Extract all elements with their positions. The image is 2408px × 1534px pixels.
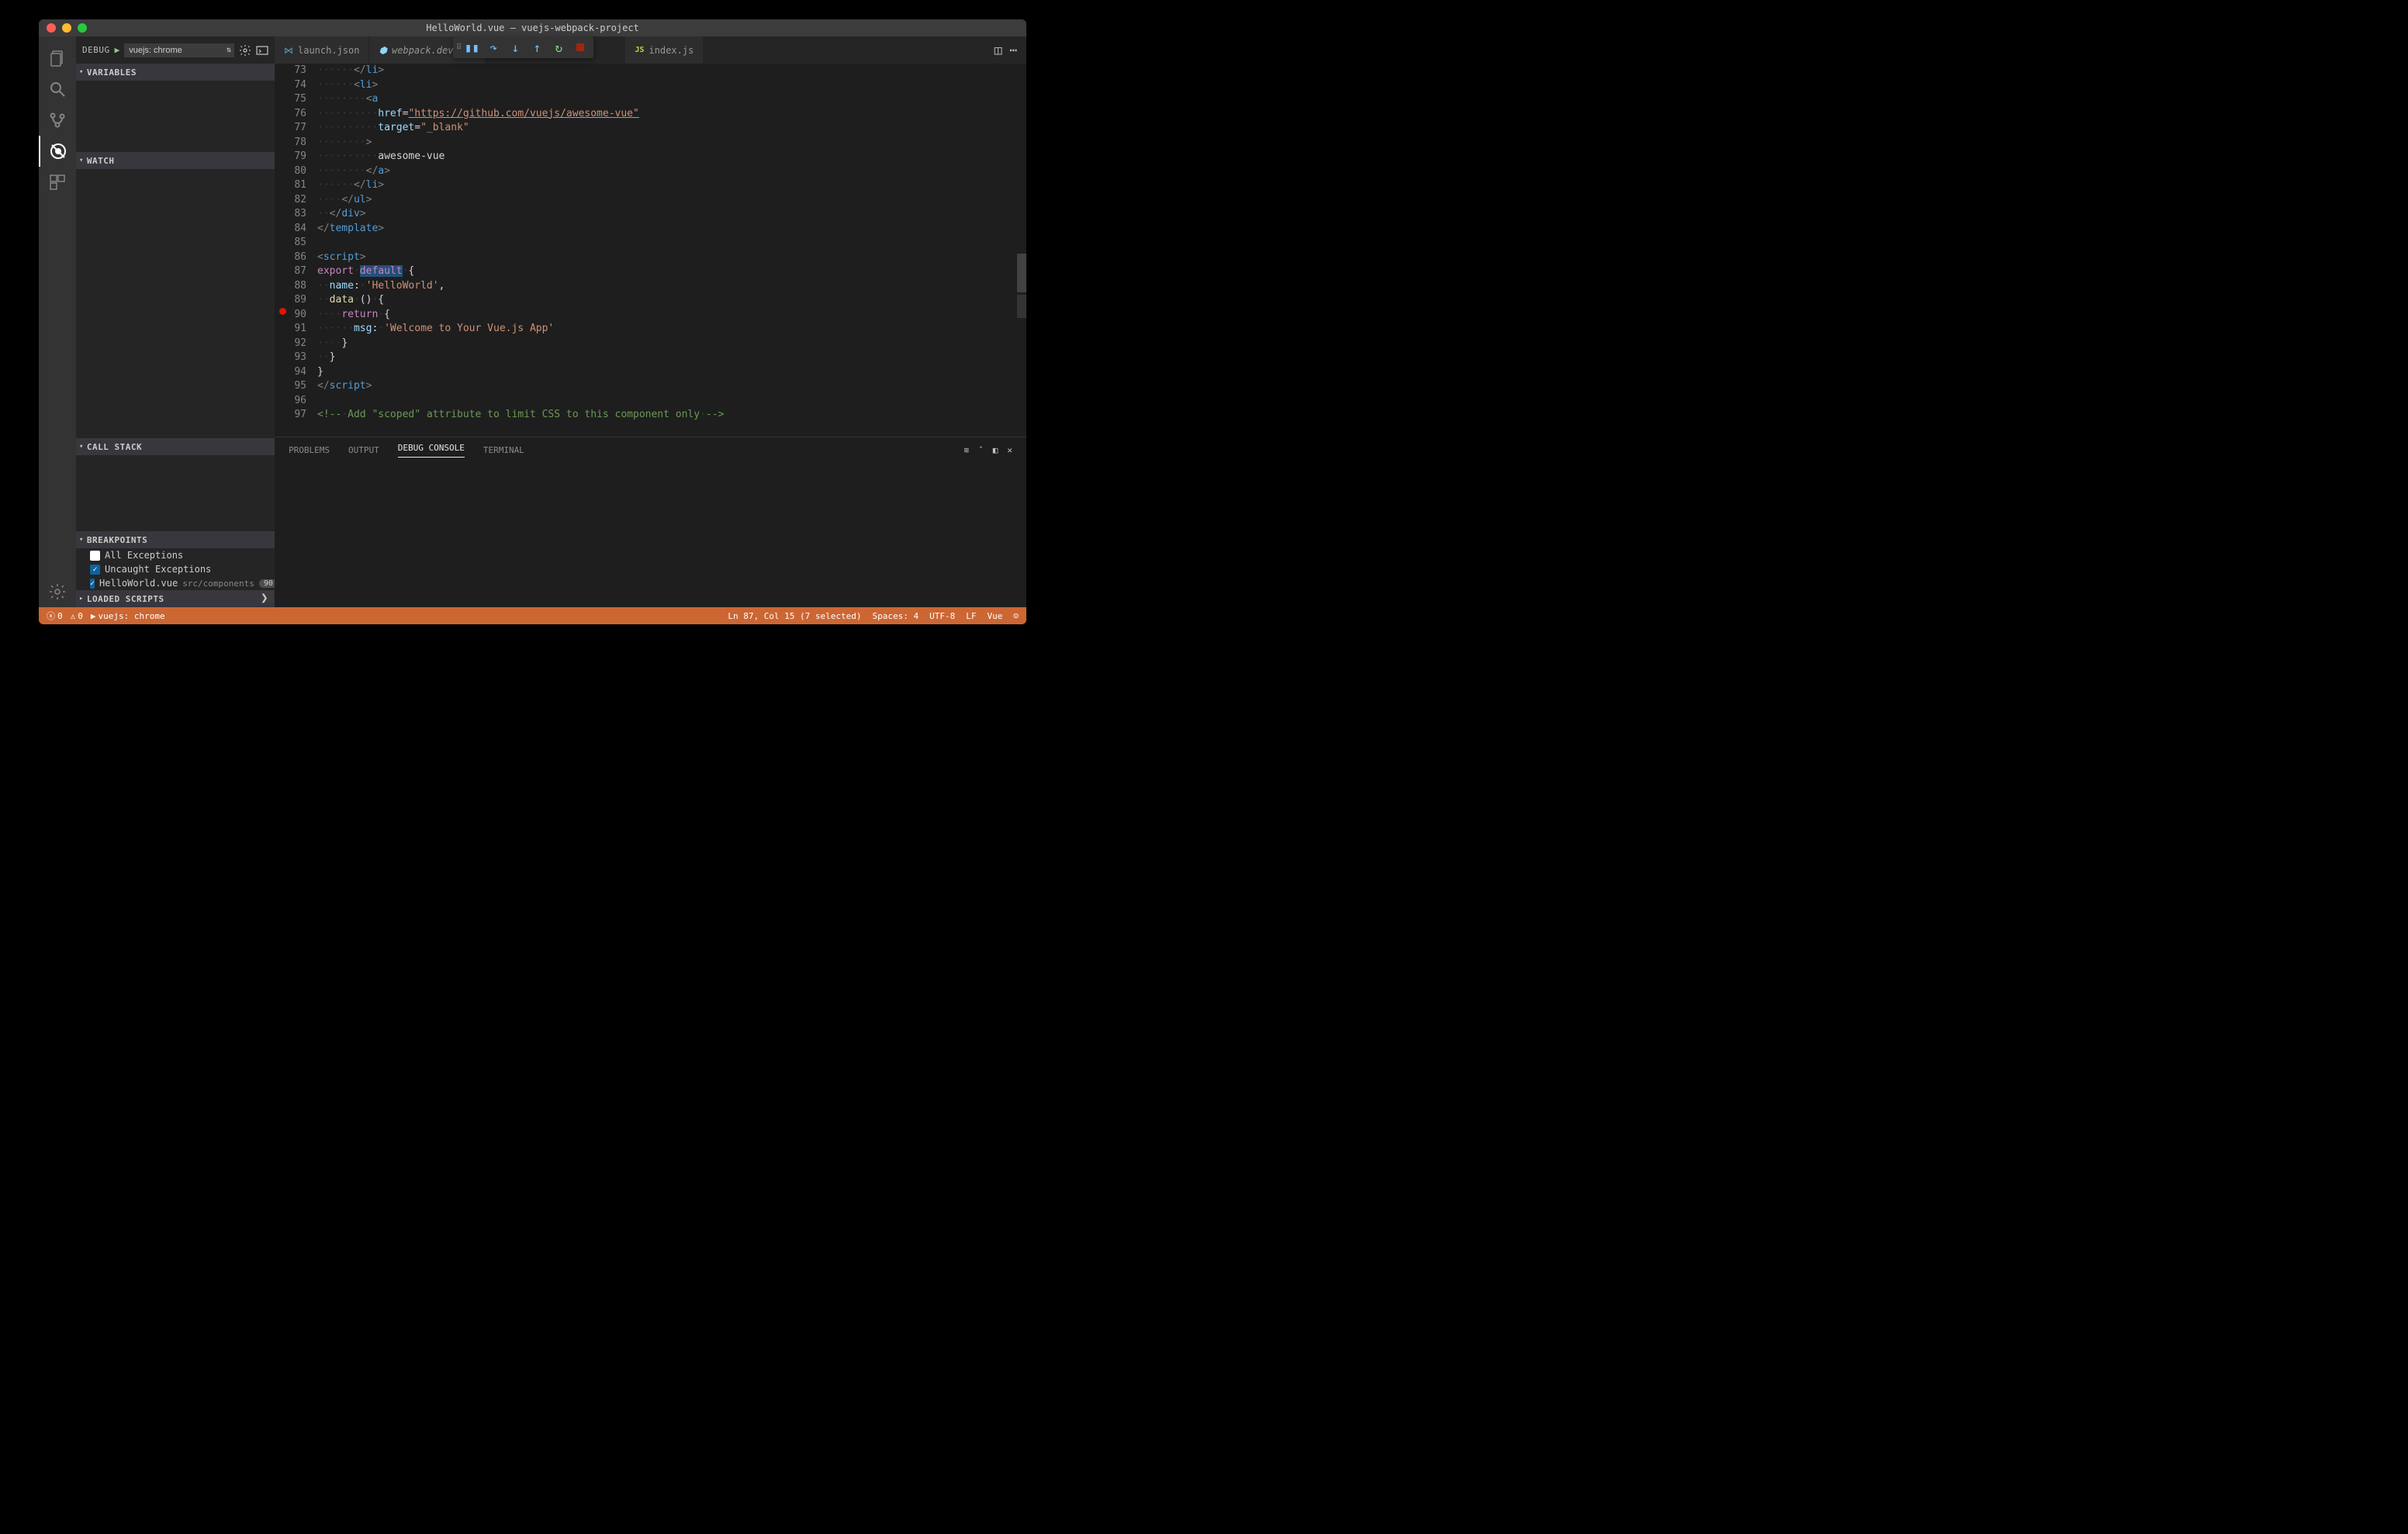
drag-handle-icon[interactable]: ⠿	[456, 43, 460, 52]
status-errors[interactable]: ⓧ 0	[47, 610, 63, 622]
close-panel-icon[interactable]: ✕	[1007, 445, 1012, 455]
window-title: HelloWorld.vue — vuejs-webpack-project	[426, 22, 639, 33]
checkbox-checked-icon[interactable]: ✓	[90, 579, 95, 589]
code-editor[interactable]: 7374757677787980818283848586878889909192…	[275, 64, 1026, 437]
debug-settings-icon[interactable]	[239, 44, 251, 57]
debug-view-label: DEBUG	[82, 45, 110, 55]
status-indent[interactable]: Spaces: 4	[873, 611, 919, 621]
status-selection[interactable]: Ln 87, Col 15 (7 selected)	[728, 611, 861, 621]
output-tab[interactable]: OUTPUT	[348, 445, 379, 455]
settings-gear-icon[interactable]	[39, 576, 76, 607]
scrollbar-thumb[interactable]	[1017, 295, 1026, 318]
tab-index-js[interactable]: JS index.js	[625, 36, 704, 64]
breakpoints-section-header[interactable]: ▾BREAKPOINTS	[76, 531, 275, 548]
window-controls	[39, 23, 87, 33]
scm-icon[interactable]	[39, 105, 76, 136]
step-over-button[interactable]: ↷	[483, 38, 503, 57]
step-into-button[interactable]: ↓	[505, 38, 525, 57]
stop-button[interactable]	[576, 43, 584, 51]
start-debug-button[interactable]: ▶	[115, 45, 120, 55]
debug-toolbar[interactable]: ⠿ ▮▮ ↷ ↓ ↑ ↻	[453, 36, 593, 58]
panel-expand-icon[interactable]: ❯	[261, 590, 273, 603]
debug-console-toggle-icon[interactable]	[256, 44, 268, 57]
debug-config-select[interactable]: vuejs: chrome	[124, 43, 234, 57]
explorer-icon[interactable]	[39, 43, 76, 74]
status-bar: ⓧ 0 ⚠ 0 ▶ vuejs: chrome Ln 87, Col 15 (7…	[39, 607, 1026, 624]
code-content[interactable]: ······</li> ······<li> ········<a ······…	[317, 64, 1026, 437]
workbench: DEBUG ▶ vuejs: chrome ▾VARIABLES ▾WATCH …	[39, 36, 1026, 607]
split-editor-icon[interactable]: ◫	[995, 43, 1002, 57]
panel-tabs: PROBLEMS OUTPUT DEBUG CONSOLE TERMINAL ≋…	[275, 437, 1026, 463]
more-actions-icon[interactable]: ⋯	[1009, 43, 1017, 57]
pause-button[interactable]: ▮▮	[462, 38, 482, 57]
close-window-button[interactable]	[47, 23, 56, 33]
minimize-window-button[interactable]	[62, 23, 71, 33]
status-eol[interactable]: LF	[966, 611, 976, 621]
callstack-section-header[interactable]: ▾CALL STACK	[76, 438, 275, 455]
breakpoint-all-exceptions[interactable]: All Exceptions	[76, 548, 275, 562]
step-out-button[interactable]: ↑	[527, 38, 547, 57]
breakpoint-dot-icon[interactable]	[279, 308, 286, 315]
vscode-file-icon: ⋈	[284, 45, 293, 56]
clear-console-icon[interactable]: ≋	[964, 445, 970, 455]
tab-launch-json[interactable]: ⋈ launch.json	[275, 36, 369, 64]
js-file-icon: JS	[635, 46, 644, 54]
variables-section-header[interactable]: ▾VARIABLES	[76, 64, 275, 81]
feedback-icon[interactable]: ☺	[1013, 611, 1019, 621]
status-debug-target[interactable]: ▶ vuejs: chrome	[91, 611, 165, 621]
titlebar: HelloWorld.vue — vuejs-webpack-project	[39, 19, 1026, 36]
toggle-panel-icon[interactable]: ◧	[993, 445, 998, 455]
checkbox-checked-icon[interactable]: ✓	[90, 565, 100, 575]
debug-sidebar: DEBUG ▶ vuejs: chrome ▾VARIABLES ▾WATCH …	[76, 36, 275, 607]
status-warnings[interactable]: ⚠ 0	[71, 611, 83, 621]
checkbox-unchecked-icon[interactable]	[90, 551, 100, 561]
zoom-window-button[interactable]	[78, 23, 87, 33]
debug-console-tab[interactable]: DEBUG CONSOLE	[398, 443, 465, 458]
editor-tabs: ⋈ launch.json ⬢ webpack.dev.con ⠿ ▮▮ ↷ ↓…	[275, 36, 1026, 64]
scrollbar-thumb[interactable]	[1017, 254, 1026, 292]
activity-bar	[39, 36, 76, 607]
collapse-panel-icon[interactable]: ˆ	[978, 445, 984, 455]
search-icon[interactable]	[39, 74, 76, 105]
terminal-tab[interactable]: TERMINAL	[483, 445, 524, 455]
restart-button[interactable]: ↻	[548, 38, 569, 57]
vscode-window: HelloWorld.vue — vuejs-webpack-project	[39, 19, 1026, 624]
editor-group: ⋈ launch.json ⬢ webpack.dev.con ⠿ ▮▮ ↷ ↓…	[275, 36, 1026, 607]
breakpoint-uncaught-exceptions[interactable]: ✓ Uncaught Exceptions	[76, 562, 275, 576]
extensions-icon[interactable]	[39, 167, 76, 198]
debug-icon[interactable]	[39, 136, 76, 167]
status-language[interactable]: Vue	[988, 611, 1003, 621]
webpack-file-icon: ⬢	[379, 45, 386, 56]
debug-header: DEBUG ▶ vuejs: chrome	[76, 36, 275, 64]
breakpoint-file-item[interactable]: ✓ HelloWorld.vue src/components 90	[76, 576, 275, 590]
loaded-scripts-section-header[interactable]: ▸LOADED SCRIPTS	[76, 590, 275, 607]
problems-tab[interactable]: PROBLEMS	[289, 445, 330, 455]
line-gutter: 7374757677787980818283848586878889909192…	[275, 64, 317, 437]
status-encoding[interactable]: UTF-8	[929, 611, 955, 621]
watch-section-header[interactable]: ▾WATCH	[76, 152, 275, 169]
bottom-panel: ❯ PROBLEMS OUTPUT DEBUG CONSOLE TERMINAL…	[275, 437, 1026, 607]
